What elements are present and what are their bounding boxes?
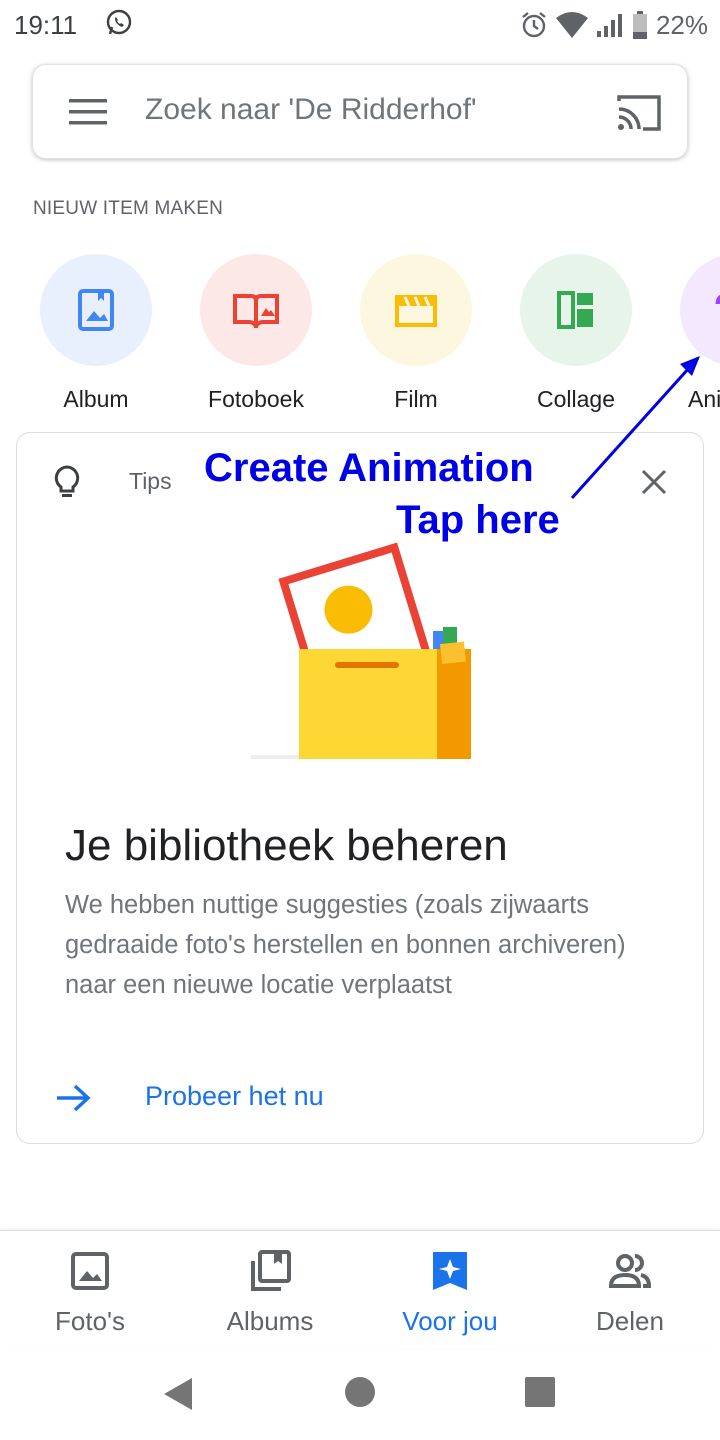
annotation-line1: Create Animation (204, 446, 534, 490)
film-circle (360, 254, 472, 366)
arrow-right-icon[interactable] (55, 1083, 91, 1113)
whatsapp-icon (106, 9, 132, 35)
nav-label: Voor jou (402, 1306, 498, 1336)
alarm-icon (522, 12, 546, 38)
nav-label: Albums (226, 1306, 314, 1336)
collage-icon (557, 291, 593, 329)
nav-albums[interactable]: Albums (180, 1249, 360, 1337)
annotation-line2: Tap here (396, 498, 560, 542)
section-title: NIEUW ITEM MAKEN (33, 198, 224, 219)
library-illustration (251, 542, 471, 759)
photos-icon (71, 1252, 109, 1290)
status-bar: 19:11 22% (0, 0, 720, 50)
annotation-arrow (570, 356, 700, 500)
card-body: We hebben nuttige suggesties (zoals zijw… (65, 891, 626, 999)
film-icon (395, 295, 437, 327)
album-circle (40, 254, 152, 366)
photobook-circle (200, 254, 312, 366)
create-label: Fotoboek (208, 386, 304, 412)
cast-icon[interactable] (615, 93, 663, 133)
wifi-icon (555, 12, 588, 38)
status-icons: 22% (520, 10, 708, 40)
create-label: Film (394, 386, 438, 412)
search-bar[interactable]: Zoek naar 'De Ridderhof' (32, 64, 688, 159)
tips-card: Tips Je bibliotheek beheren We hebben nu… (16, 432, 704, 1144)
back-icon[interactable] (162, 1376, 194, 1412)
menu-icon[interactable] (69, 99, 107, 125)
create-film-button[interactable]: Film (360, 254, 472, 414)
try-now-link[interactable]: Probeer het nu (145, 1081, 324, 1112)
recents-icon[interactable] (524, 1376, 556, 1408)
create-album-button[interactable]: Album (40, 254, 152, 414)
home-icon[interactable] (344, 1376, 376, 1408)
sharing-icon (608, 1254, 652, 1288)
search-input[interactable]: Zoek naar 'De Ridderhof' (145, 93, 477, 127)
nav-sharing[interactable]: Delen (540, 1249, 720, 1337)
signal-icon (596, 14, 622, 37)
card-title: Je bibliotheek beheren (65, 821, 508, 870)
nav-label: Foto's (55, 1306, 125, 1336)
create-photobook-button[interactable]: Fotoboek (200, 254, 312, 414)
create-label: Album (63, 386, 129, 412)
albums-icon (251, 1250, 291, 1291)
bottom-navigation: Foto's Albums Voor jou Delen (0, 1230, 720, 1349)
lightbulb-icon (54, 465, 80, 497)
photobook-icon (233, 294, 279, 328)
battery-icon (632, 11, 647, 39)
status-time: 19:11 (14, 10, 78, 40)
battery-percentage: 22% (655, 9, 708, 40)
nav-photos[interactable]: Foto's (0, 1249, 180, 1337)
animation-icon (715, 295, 720, 305)
system-navigation (0, 1350, 720, 1440)
for-you-icon (433, 1252, 467, 1290)
album-icon (78, 289, 114, 331)
tips-label: Tips (129, 468, 172, 494)
nav-label: Delen (596, 1306, 664, 1336)
nav-for-you[interactable]: Voor jou (360, 1249, 540, 1337)
